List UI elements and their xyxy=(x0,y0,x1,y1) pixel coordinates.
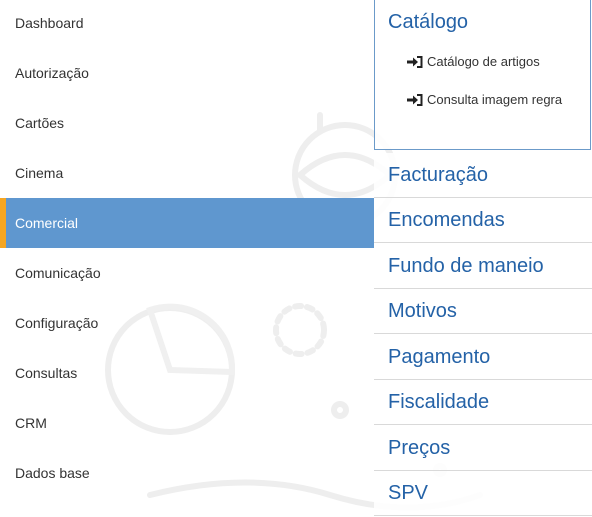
sidebar-item-label: CRM xyxy=(15,415,47,431)
sign-in-icon xyxy=(407,55,423,68)
catalog-link-consulta-imagem[interactable]: Consulta imagem regra xyxy=(407,92,562,107)
sidebar-item-dashboard[interactable]: Dashboard xyxy=(0,0,374,48)
section-label: Encomendas xyxy=(388,208,505,231)
section-label: Motivos xyxy=(388,299,457,322)
section-label: Fiscalidade xyxy=(388,390,490,413)
section-fundo-de-maneio[interactable]: Fundo de maneio xyxy=(374,244,592,289)
catalog-link-label: Catálogo de artigos xyxy=(427,54,540,69)
section-motivos[interactable]: Motivos xyxy=(374,289,592,334)
catalog-group: Catálogo Catálogo de artigos Consulta im… xyxy=(374,0,591,150)
catalog-link-label: Consulta imagem regra xyxy=(427,92,563,107)
sidebar-item-label: Cinema xyxy=(15,165,64,181)
sidebar-item-crm[interactable]: CRM xyxy=(0,398,374,448)
sidebar-item-cinema[interactable]: Cinema xyxy=(0,148,374,198)
section-label: SPV xyxy=(388,481,429,504)
sidebar-item-comunicacao[interactable]: Comunicação xyxy=(0,248,374,298)
section-spv[interactable]: SPV xyxy=(374,471,592,516)
section-label: Preços xyxy=(388,436,451,459)
sidebar: Dashboard Autorização Cartões Cinema Com… xyxy=(0,0,374,517)
sidebar-item-label: Cartões xyxy=(15,115,65,131)
sidebar-item-dados-base[interactable]: Dados base xyxy=(0,448,374,498)
sidebar-item-configuracao[interactable]: Configuração xyxy=(0,298,374,348)
section-label: Pagamento xyxy=(388,345,491,368)
sidebar-item-label: Comunicação xyxy=(15,265,101,281)
sidebar-item-label: Comercial xyxy=(15,215,79,231)
sidebar-item-consultas[interactable]: Consultas xyxy=(0,348,374,398)
sign-in-icon xyxy=(407,93,423,106)
catalog-title[interactable]: Catálogo xyxy=(388,11,468,34)
section-label: Facturação xyxy=(388,163,489,186)
sidebar-item-autorizacao[interactable]: Autorização xyxy=(0,48,374,98)
sidebar-item-label: Dados base xyxy=(15,465,90,481)
sidebar-item-label: Consultas xyxy=(15,365,78,381)
sidebar-item-comercial[interactable]: Comercial xyxy=(0,198,374,248)
sidebar-item-label: Configuração xyxy=(15,315,99,331)
sidebar-item-label: Autorização xyxy=(15,65,89,81)
section-precos[interactable]: Preços xyxy=(374,426,592,471)
sidebar-item-cartoes[interactable]: Cartões xyxy=(0,98,374,148)
section-encomendas[interactable]: Encomendas xyxy=(374,198,592,243)
section-facturacao[interactable]: Facturação xyxy=(374,153,592,198)
section-label: Fundo de maneio xyxy=(388,254,544,277)
submenu-panel: Catálogo Catálogo de artigos Consulta im… xyxy=(374,0,592,517)
section-pagamento[interactable]: Pagamento xyxy=(374,335,592,380)
catalog-link-artigos[interactable]: Catálogo de artigos xyxy=(407,54,540,69)
sidebar-item-label: Dashboard xyxy=(15,15,84,31)
section-fiscalidade[interactable]: Fiscalidade xyxy=(374,380,592,425)
